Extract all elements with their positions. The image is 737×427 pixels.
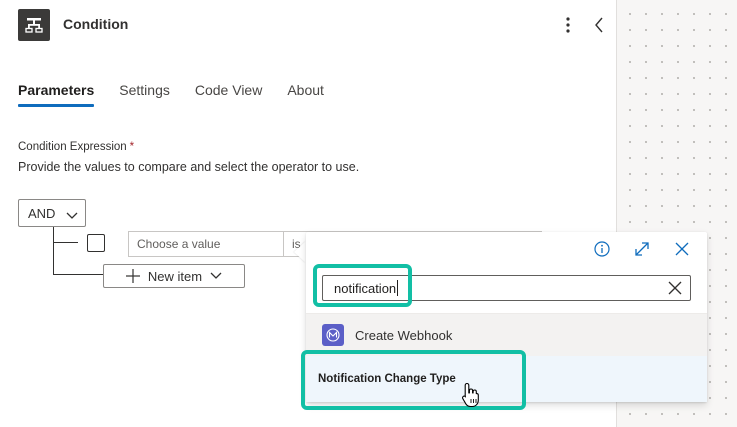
- tree-connector: [53, 227, 54, 275]
- tab-parameters[interactable]: Parameters: [18, 82, 95, 107]
- choose-value-input[interactable]: Choose a value: [128, 231, 284, 257]
- condition-icon: [18, 9, 50, 41]
- webhook-icon: [322, 324, 344, 346]
- close-icon[interactable]: [673, 240, 691, 258]
- tab-list: Parameters Settings Code View About: [18, 82, 349, 107]
- condition-expression-label-text: Condition Expression: [18, 141, 127, 153]
- chevron-down-icon: [66, 208, 78, 223]
- highlight-notification-item: [301, 350, 526, 410]
- chevron-down-icon: [210, 272, 222, 279]
- tab-settings[interactable]: Settings: [119, 82, 170, 106]
- tab-code-view[interactable]: Code View: [195, 82, 262, 106]
- condition-expression-label: Condition Expression *: [18, 141, 134, 153]
- tab-about[interactable]: About: [287, 82, 324, 106]
- list-item-label: Create Webhook: [355, 327, 453, 343]
- more-vertical-icon[interactable]: [559, 14, 577, 36]
- new-item-label: New item: [147, 268, 203, 284]
- expand-icon[interactable]: [633, 240, 651, 258]
- plus-icon: [125, 269, 140, 283]
- group-operator-dropdown[interactable]: AND: [18, 199, 86, 227]
- hand-pointer-icon: [462, 382, 479, 408]
- tree-connector-new-item: [53, 274, 103, 275]
- required-marker: *: [129, 141, 135, 153]
- condition-description: Provide the values to compare and select…: [18, 160, 360, 174]
- info-icon[interactable]: [593, 240, 611, 258]
- panel-title: Condition: [63, 16, 129, 32]
- new-item-button[interactable]: New item: [103, 264, 245, 288]
- popup-arrow: [294, 241, 306, 263]
- tree-connector-row: [53, 242, 78, 243]
- row-checkbox[interactable]: [87, 234, 105, 252]
- chevron-left-icon[interactable]: [590, 14, 608, 36]
- clear-icon[interactable]: [668, 281, 682, 295]
- highlight-search: [313, 264, 412, 307]
- group-operator-value: AND: [28, 205, 56, 221]
